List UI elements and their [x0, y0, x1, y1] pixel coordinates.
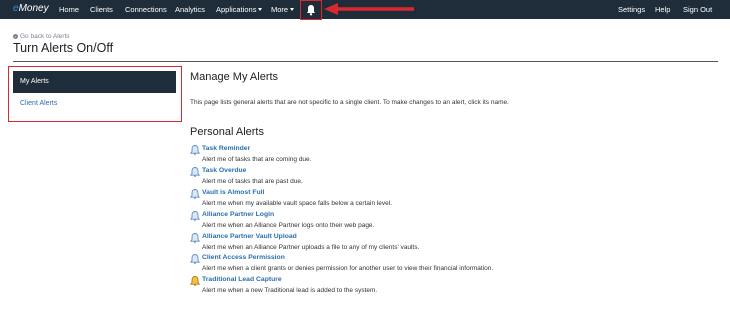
nav-sign-out[interactable]: Sign Out [683, 5, 712, 14]
alert-item: Task Overdue Alert me of tasks that are … [190, 167, 710, 187]
alert-item: Traditional Lead Capture Alert me when a… [190, 276, 710, 296]
alert-description: Alert me when an Alliance Partner logs o… [202, 222, 375, 229]
alert-name-link[interactable]: Task Reminder [202, 145, 250, 152]
alert-name-link[interactable]: Alliance Partner Login [202, 211, 274, 218]
nav-more[interactable]: More [271, 5, 295, 14]
nav-home[interactable]: Home [59, 5, 79, 14]
bell-icon [190, 167, 200, 177]
nav-settings[interactable]: Settings [618, 5, 645, 14]
sidebar-item-my-alerts[interactable]: My Alerts [13, 71, 176, 93]
nav-applications[interactable]: Applications [216, 5, 263, 14]
emoney-logo[interactable]: eMoney [13, 3, 49, 14]
top-nav-bar: eMoney Home Clients Connections Analytic… [0, 0, 730, 20]
go-back-link[interactable]: ‹ Go back to Alerts [13, 33, 70, 40]
bell-icon [190, 211, 200, 221]
notifications-bell-button[interactable] [300, 0, 322, 20]
nav-connections[interactable]: Connections [125, 5, 167, 14]
alert-name-link[interactable]: Alliance Partner Vault Upload [202, 233, 297, 240]
nav-analytics[interactable]: Analytics [175, 5, 205, 14]
alert-description: Alert me of tasks that are coming due. [202, 156, 312, 163]
alert-description: Alert me when a client grants or denies … [202, 265, 494, 272]
bell-active-icon [190, 276, 200, 286]
back-arrow-icon: ‹ [13, 34, 18, 39]
page-description: This page lists general alerts that are … [190, 99, 509, 106]
alert-item: Alliance Partner Vault Upload Alert me w… [190, 233, 710, 253]
bell-icon [190, 189, 200, 199]
caret-down-icon [290, 8, 295, 11]
annotation-arrow-icon [324, 3, 414, 15]
page-title: Turn Alerts On/Off [13, 41, 114, 55]
alert-description: Alert me when my available vault space f… [202, 200, 393, 207]
section-heading-personal-alerts: Personal Alerts [190, 126, 264, 138]
alert-description: Alert me when a new Traditional lead is … [202, 287, 378, 294]
alert-item: Vault is Almost Full Alert me when my av… [190, 189, 710, 209]
alert-name-link[interactable]: Client Access Permission [202, 254, 285, 261]
bell-icon [190, 233, 200, 243]
sidebar-item-client-alerts[interactable]: Client Alerts [20, 100, 57, 107]
section-heading-manage: Manage My Alerts [190, 71, 279, 83]
alert-item: Alliance Partner Login Alert me when an … [190, 211, 710, 231]
bell-icon [190, 254, 200, 264]
alert-name-link[interactable]: Traditional Lead Capture [202, 276, 282, 283]
nav-clients[interactable]: Clients [90, 5, 113, 14]
bell-icon [307, 5, 315, 16]
alert-name-link[interactable]: Task Overdue [202, 167, 246, 174]
alert-item: Client Access Permission Alert me when a… [190, 254, 710, 274]
alert-description: Alert me when an Alliance Partner upload… [202, 244, 420, 251]
alert-description: Alert me of tasks that are past due. [202, 178, 303, 185]
caret-down-icon [258, 8, 263, 11]
bell-icon [190, 145, 200, 155]
alert-name-link[interactable]: Vault is Almost Full [202, 189, 264, 196]
alert-item: Task Reminder Alert me of tasks that are… [190, 145, 710, 165]
title-divider [13, 61, 718, 62]
nav-help[interactable]: Help [655, 5, 670, 14]
